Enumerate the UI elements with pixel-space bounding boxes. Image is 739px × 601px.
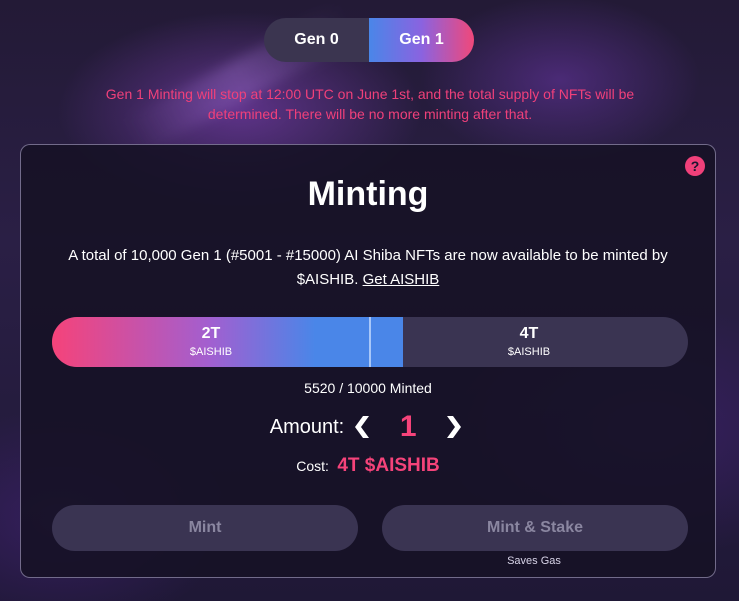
gen0-toggle-button[interactable]: Gen 0 — [264, 18, 369, 62]
tier-2t: 2T $AISHIB — [52, 317, 370, 367]
amount-selector: Amount: 1 — [21, 407, 715, 447]
mint-and-stake-button[interactable]: Mint & Stake — [382, 505, 688, 551]
page-title: Minting — [307, 175, 429, 213]
minting-description: A total of 10,000 Gen 1 (#5001 - #15000)… — [41, 244, 695, 292]
saves-gas-note: Saves Gas — [507, 555, 561, 567]
amount-label: Amount: — [269, 415, 345, 438]
minted-count: 5520 / 10000 Minted — [304, 380, 432, 396]
tier-4t: 4T $AISHIB — [370, 317, 688, 367]
cost-display: Cost: 4T $AISHIB — [21, 455, 715, 477]
gen1-toggle-button[interactable]: Gen 1 — [369, 18, 474, 62]
generation-toggle: Gen 0 Gen 1 — [264, 18, 474, 62]
decrease-amount-button[interactable] — [350, 413, 372, 441]
amount-value: 1 — [399, 410, 417, 443]
tier-4t-price: 4T — [519, 325, 539, 342]
cost-value: 4T $AISHIB — [337, 455, 440, 476]
tier-2t-price: 2T — [201, 325, 221, 342]
tier-4t-unit: $AISHIB — [507, 346, 551, 358]
mint-button[interactable]: Mint — [52, 505, 358, 551]
mint-progress-bar: 2T $AISHIB 4T $AISHIB — [52, 317, 688, 367]
help-icon[interactable]: ? — [685, 156, 705, 176]
minting-notice: Gen 1 Minting will stop at 12:00 UTC on … — [105, 86, 635, 122]
tier-2t-unit: $AISHIB — [189, 346, 233, 358]
increase-amount-button[interactable] — [444, 413, 466, 441]
cost-label: Cost: — [296, 458, 329, 474]
chevron-right-icon — [447, 416, 462, 438]
minting-card: ? Minting A total of 10,000 Gen 1 (#5001… — [20, 144, 716, 578]
get-aishib-link[interactable]: Get AISHIB — [363, 271, 440, 288]
chevron-left-icon — [355, 416, 370, 438]
